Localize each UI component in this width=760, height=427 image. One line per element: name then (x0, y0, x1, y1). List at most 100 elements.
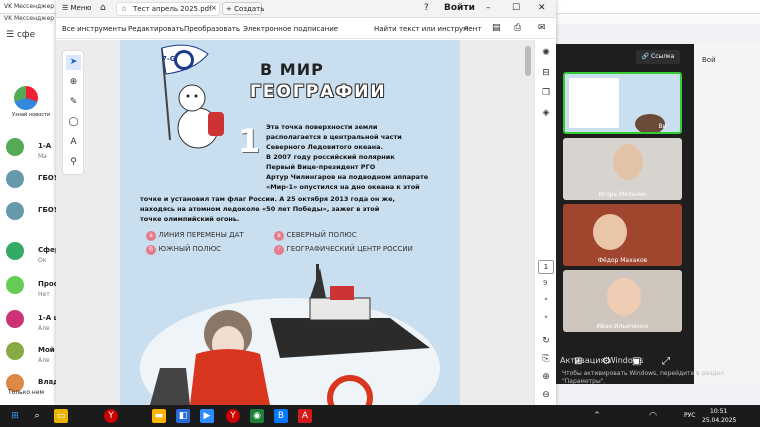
flag-label: 7-G (162, 55, 176, 63)
answer-option-v[interactable]: в СЕВЕРНЫЙ ПОЛЮС (274, 230, 357, 241)
save-icon[interactable]: ▤ (492, 23, 501, 33)
tab-title: Тест апрель 2025.pdf (133, 5, 212, 13)
edit-button[interactable]: Редактировать (128, 25, 184, 33)
file-explorer-icon[interactable]: ▭ (54, 409, 68, 423)
answer-option-a[interactable]: а ЛИНИЯ ПЕРЕМЕНЫ ДАТ (146, 230, 244, 241)
layers-icon[interactable]: ◈ (539, 106, 553, 120)
copy-icon[interactable]: ❐ (539, 86, 553, 100)
tray-icons[interactable]: ⌃ (590, 409, 604, 423)
participant-name: Иван Ильиченко (596, 323, 649, 330)
zoom-out-icon[interactable]: ⊖ (539, 388, 553, 402)
doc-title-2: ГЕОГРАФИИ (250, 82, 387, 102)
question-text-bottom: точке и установил там флаг России. А 25 … (140, 195, 395, 223)
all-tools-button[interactable]: Все инструменты (62, 25, 127, 33)
messenger-right-strip: Вой (694, 44, 760, 384)
video-call-panel: Ви Игорь Мельник Фёдор Махаков Иван Ильи… (556, 44, 694, 384)
windows-taskbar: ⊞ ⌕ ▭ Y ▬ ◧ ▶ Y ◉ В A ⌃ ◠ РУС 10:51 25.0… (0, 405, 760, 427)
close-icon[interactable]: × (211, 4, 217, 12)
home-icon[interactable]: ⌂ (100, 3, 106, 13)
vk-title: VK Мессенджер (4, 3, 55, 10)
participant-face (593, 214, 627, 250)
text-box-icon[interactable]: A (66, 135, 81, 150)
zoom-icon[interactable]: ▶ (200, 409, 214, 423)
video-tile[interactable]: Фёдор Махаков (563, 204, 682, 266)
list-item[interactable]: Сфер Ок (4, 240, 60, 268)
windows-start-icon[interactable]: ⊞ (8, 409, 22, 423)
left-tool-palette: ➤ ⊕ ✎ ◯ A ⚲ (62, 50, 84, 175)
video-tile-screen[interactable]: Ви (563, 72, 682, 134)
acrobat-icon[interactable]: A (298, 409, 312, 423)
answer-option-b[interactable]: б ЮЖНЫЙ ПОЛЮС (146, 244, 221, 255)
chevron-down-icon[interactable]: ˅ (539, 314, 553, 328)
scrollbar-thumb[interactable] (525, 46, 531, 76)
menu-button[interactable]: ☰ Меню (62, 4, 91, 12)
stamp-icon[interactable]: ⚲ (66, 155, 81, 170)
new-tab-button[interactable]: + Создать (222, 2, 264, 15)
minimize-icon[interactable]: – (486, 3, 491, 13)
list-item[interactable]: 1-А Ma (4, 136, 56, 164)
participant-face (613, 144, 643, 180)
answer-option-g[interactable]: г ГЕОГРАФИЧЕСКИЙ ЦЕНТР РОССИИ (274, 244, 413, 255)
search-icon[interactable]: ⌕ (464, 23, 469, 33)
folder-icon[interactable]: ▬ (152, 409, 166, 423)
video-tile[interactable]: Игорь Мельник (563, 138, 682, 200)
list-item[interactable]: Проф Нет (4, 274, 61, 302)
yandex-icon[interactable]: Y (104, 409, 118, 423)
yandex-browser-icon[interactable]: Y (226, 409, 240, 423)
list-item[interactable]: Мой Але (4, 340, 56, 368)
network-icon[interactable]: ◠ (646, 409, 660, 423)
app-icon[interactable]: ◧ (176, 409, 190, 423)
grid-view-icon[interactable]: ⊞ (574, 356, 582, 367)
vk-chat-label: ☰ сфе (6, 30, 36, 40)
participant-face (607, 278, 641, 316)
vk-icon[interactable]: В (274, 409, 288, 423)
maximize-icon[interactable]: ☐ (512, 3, 520, 13)
help-icon[interactable]: ? (424, 3, 429, 13)
picture-in-picture-icon[interactable]: ▣ (632, 356, 641, 367)
list-item[interactable]: ГБОУ (4, 200, 59, 228)
close-window-icon[interactable]: ✕ (538, 3, 546, 13)
chevron-up-icon[interactable]: ˄ (539, 296, 553, 310)
expand-icon[interactable]: ⤢ (662, 356, 670, 367)
question-number: 1 (238, 122, 261, 160)
clock-time[interactable]: 10:51 (710, 408, 727, 415)
participant-name: Ви (658, 123, 667, 130)
gear-icon[interactable]: ⚙ (602, 356, 611, 367)
zoom-in-icon[interactable]: ⊕ (539, 370, 553, 384)
vk-chat-list: ☰ сфе Узнай новости 1-А Ma ГБОУ ГБОУ Сфер… (0, 24, 61, 405)
pdf-content-area: ➤ ⊕ ✎ ◯ A ⚲ 7-G В МИР ГЕОГРАФИИ 1 Эта то… (56, 40, 556, 405)
lasso-icon[interactable]: ◯ (66, 115, 81, 130)
link-button[interactable]: 🔗 Ссылка (636, 50, 680, 64)
side-label[interactable]: Вой (702, 56, 716, 64)
select-cursor-icon[interactable]: ➤ (66, 55, 81, 70)
print-icon[interactable]: ⎙ (514, 23, 521, 33)
tab-document[interactable]: ☆ Тест апрель 2025.pdf × (116, 2, 220, 16)
star-icon[interactable]: ☆ (121, 5, 127, 13)
esign-button[interactable]: Электронное подписание (243, 25, 338, 33)
pdf-titlebar: ☰ Меню ⌂ ☆ Тест апрель 2025.pdf × + Созд… (56, 0, 556, 18)
email-icon[interactable]: ✉ (538, 23, 546, 33)
comment-icon[interactable]: ⊕ (66, 75, 81, 90)
pdf-viewer-window: ☰ Меню ⌂ ☆ Тест апрель 2025.pdf × + Созд… (56, 0, 556, 405)
login-button[interactable]: Войти (444, 3, 475, 13)
convert-button[interactable]: Преобразовать (184, 25, 240, 33)
list-item[interactable]: 1-А ш Але (4, 308, 61, 336)
language-indicator[interactable]: РУС (684, 412, 695, 419)
video-tile[interactable]: Иван Ильиченко (563, 270, 682, 332)
search-icon[interactable]: ⌕ (30, 409, 44, 423)
page-number-input[interactable]: 1 (538, 260, 554, 274)
clock-date[interactable]: 25.04.2025 (702, 417, 736, 424)
activation-text: Чтобы активировать Windows, перейдите в … (562, 370, 724, 385)
list-item[interactable]: ГБОУ (4, 168, 59, 196)
bookmark-icon[interactable]: ⊟ (539, 66, 553, 80)
shared-screen-thumb (569, 78, 619, 128)
user-avatar[interactable] (14, 86, 38, 110)
pdf-toolbar: Все инструменты Редактировать Преобразов… (56, 19, 556, 39)
export-icon[interactable]: ⎘ (539, 352, 553, 366)
chrome-icon[interactable]: ◉ (250, 409, 264, 423)
ai-assistant-icon[interactable]: ✺ (539, 46, 553, 60)
pen-icon[interactable]: ✎ (66, 95, 81, 110)
participant-name: Фёдор Махаков (597, 257, 648, 264)
page-total: 9 (543, 279, 548, 287)
rotate-icon[interactable]: ↻ (539, 334, 553, 348)
